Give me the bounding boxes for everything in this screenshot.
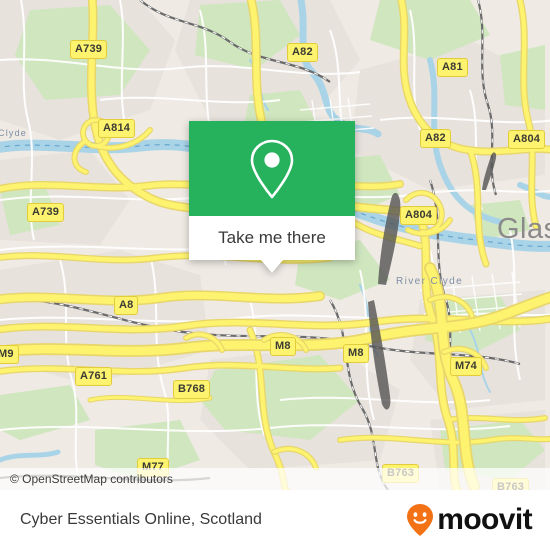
- map-place-label: Clyde: [0, 128, 28, 138]
- openstreetmap-attribution-text[interactable]: © OpenStreetMap contributors: [0, 472, 173, 486]
- road-shield: A81: [437, 58, 468, 77]
- map-place-label: Glasg: [497, 213, 550, 245]
- road-shield: M74: [450, 357, 482, 376]
- road-shield: B768: [173, 380, 211, 399]
- road-shield: M8: [270, 337, 296, 356]
- destination-popup[interactable]: Take me there: [189, 121, 355, 273]
- road-shield: A8: [114, 296, 139, 315]
- road-shield: A804: [508, 130, 546, 149]
- map-page: A739 A82 A81 A814 A82 A804 A739 A804 A8 M9 M8 M8 M74…: [0, 0, 550, 550]
- map-attribution-bar: © OpenStreetMap contributors: [0, 468, 550, 490]
- moovit-smiley-pin-icon: [407, 504, 434, 536]
- popup-header: [189, 121, 355, 216]
- map-place-label: River Clyde: [396, 276, 464, 287]
- road-shield: A82: [287, 43, 318, 62]
- road-shield: A739: [27, 203, 65, 222]
- moovit-logo[interactable]: moovit: [405, 503, 533, 537]
- take-me-there-label: Take me there: [218, 228, 326, 247]
- road-shield: A82: [420, 129, 451, 148]
- map-canvas[interactable]: A739 A82 A81 A814 A82 A804 A739 A804 A8 M9 M8 M8 M74…: [0, 0, 550, 490]
- road-shield: A739: [70, 40, 108, 59]
- moovit-wordmark: moovit: [437, 503, 532, 536]
- popup-pointer-tail: [261, 260, 283, 273]
- road-shield: A761: [75, 367, 113, 386]
- popup-action-bar[interactable]: Take me there: [189, 216, 355, 260]
- road-shield: M9: [0, 345, 19, 364]
- road-shield: A814: [98, 119, 136, 138]
- location-title: Cyber Essentials Online, Scotland: [20, 511, 262, 528]
- road-shield: M8: [343, 344, 369, 363]
- road-shield: A804: [400, 206, 438, 225]
- page-footer: Cyber Essentials Online, Scotland moovit: [0, 490, 550, 550]
- map-pin-icon: [250, 139, 294, 198]
